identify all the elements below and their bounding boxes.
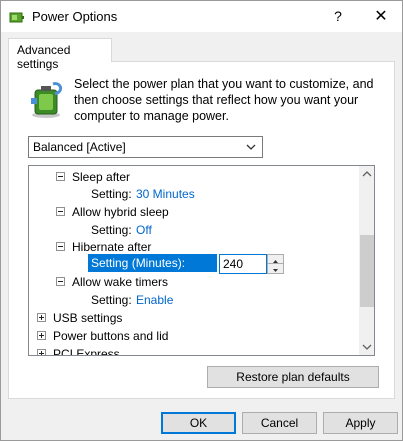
- help-button[interactable]: ?: [321, 1, 355, 32]
- setting-value[interactable]: 30 Minutes: [136, 187, 195, 201]
- power-options-icon: [9, 9, 25, 25]
- tree-item-wake-timers[interactable]: Allow wake timers: [29, 274, 359, 292]
- tab-label: Advanced settings: [17, 43, 71, 71]
- restore-plan-defaults-button[interactable]: Restore plan defaults: [207, 366, 379, 388]
- hibernate-minutes-input[interactable]: 240: [219, 254, 267, 274]
- scrollbar-thumb[interactable]: [360, 235, 374, 307]
- plan-select-value: Balanced [Active]: [33, 140, 126, 154]
- collapse-icon[interactable]: [56, 277, 65, 286]
- tree-item-hybrid-sleep[interactable]: Allow hybrid sleep: [29, 204, 359, 222]
- tree-item-power-buttons[interactable]: Power buttons and lid: [29, 328, 359, 346]
- spin-down-button[interactable]: [268, 264, 283, 273]
- cancel-button[interactable]: Cancel: [242, 412, 317, 434]
- chevron-down-icon: [244, 139, 258, 155]
- tree-item-sleep-after[interactable]: Sleep after: [29, 169, 359, 187]
- tree-item-label: USB settings: [53, 311, 123, 325]
- expand-icon[interactable]: [37, 313, 46, 322]
- tree-scrollbar[interactable]: [359, 166, 374, 355]
- setting-key: Setting:: [91, 223, 132, 237]
- collapse-icon[interactable]: [56, 207, 65, 216]
- tree-item-label: Allow wake timers: [72, 275, 169, 289]
- spin-input-value: 240: [223, 257, 244, 271]
- title-bar[interactable]: Power Options ? ✕: [1, 1, 402, 32]
- tree-item-pci-express[interactable]: PCI Express: [29, 346, 359, 355]
- power-plan-dropdown[interactable]: Balanced [Active]: [28, 136, 263, 158]
- minutes-spinner[interactable]: [267, 254, 284, 274]
- window-title: Power Options: [32, 9, 118, 24]
- ok-button[interactable]: OK: [161, 412, 236, 434]
- tree-item-label: Sleep after: [72, 170, 131, 184]
- tree-item-label: Hibernate after: [72, 240, 152, 254]
- apply-button[interactable]: Apply: [323, 412, 398, 434]
- setting-key: Setting:: [91, 293, 132, 307]
- close-button[interactable]: ✕: [361, 1, 401, 32]
- tree-item-sleep-setting[interactable]: Setting: 30 Minutes: [29, 186, 359, 204]
- setting-value[interactable]: Off: [136, 223, 152, 237]
- setting-key: Setting:: [91, 187, 132, 201]
- tree-item-hybrid-setting[interactable]: Setting: Off: [29, 222, 359, 240]
- tree-item-wake-setting[interactable]: Setting: Enable: [29, 292, 359, 310]
- tree-item-label: PCI Express: [53, 347, 120, 355]
- scroll-up-arrow-icon[interactable]: [359, 166, 374, 182]
- spin-up-button[interactable]: [268, 255, 283, 264]
- setting-key: Setting (Minutes):: [91, 256, 186, 270]
- setting-value[interactable]: Enable: [136, 293, 173, 307]
- tree-item-label: Allow hybrid sleep: [72, 205, 169, 219]
- hibernate-setting-label: Setting (Minutes):: [88, 254, 217, 272]
- collapse-icon[interactable]: [56, 242, 65, 251]
- power-options-window: Power Options ? ✕ Advanced settings Sele…: [0, 0, 403, 441]
- settings-tree[interactable]: Sleep after Setting: 30 Minutes Allow hy…: [28, 165, 375, 356]
- expand-icon[interactable]: [37, 331, 46, 340]
- expand-icon[interactable]: [37, 349, 46, 355]
- tab-advanced-settings[interactable]: Advanced settings: [8, 38, 112, 71]
- collapse-icon[interactable]: [56, 172, 65, 181]
- battery-power-icon: [27, 80, 67, 120]
- scroll-down-arrow-icon[interactable]: [359, 339, 374, 355]
- tree-item-usb-settings[interactable]: USB settings: [29, 310, 359, 328]
- tree-content: Sleep after Setting: 30 Minutes Allow hy…: [29, 166, 359, 355]
- description-text: Select the power plan that you want to c…: [74, 77, 374, 123]
- tree-item-label: Power buttons and lid: [53, 329, 169, 343]
